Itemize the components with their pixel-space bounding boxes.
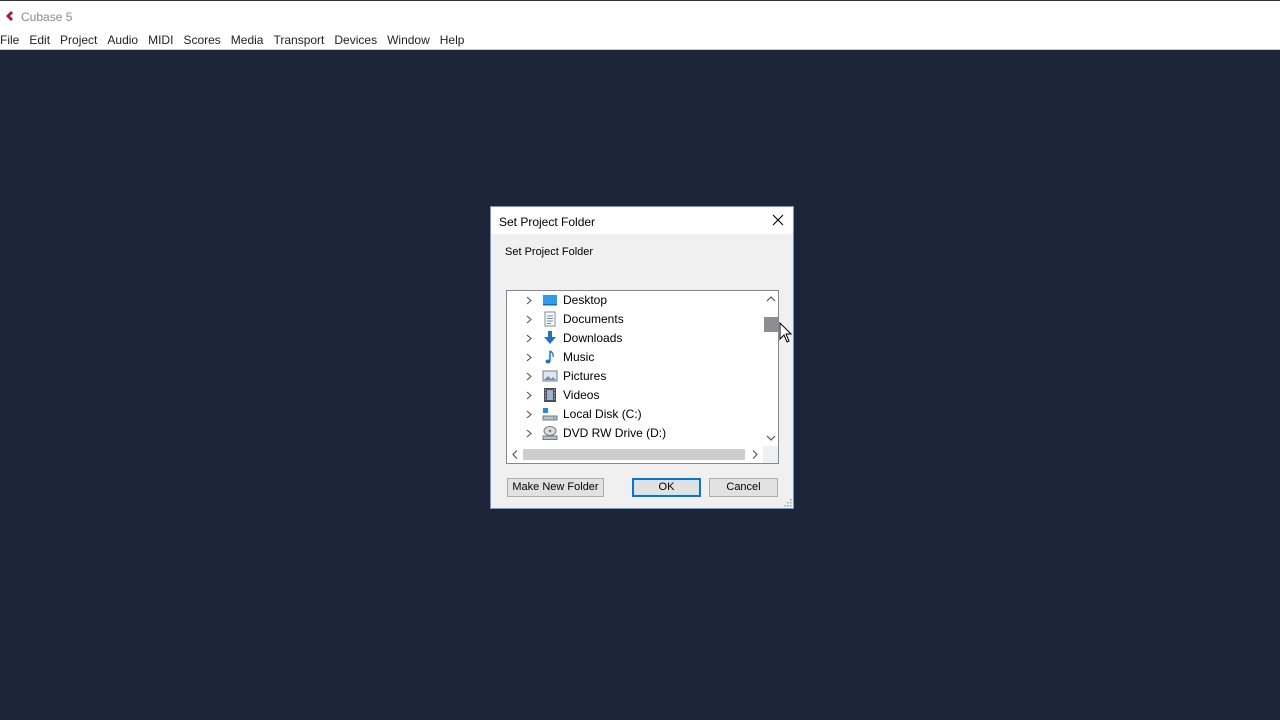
scrollbar-corner <box>763 446 778 463</box>
tree-item-music[interactable]: Music <box>507 348 762 367</box>
menu-project[interactable]: Project <box>55 31 102 49</box>
scroll-left-arrow-icon[interactable] <box>507 446 523 463</box>
downloads-folder-icon <box>544 331 556 344</box>
horizontal-scroll-thumb[interactable] <box>523 449 745 460</box>
tree-item-downloads[interactable]: Downloads <box>507 329 762 348</box>
dialog-description: Set Project Folder <box>505 246 594 258</box>
chevron-right-icon[interactable] <box>526 372 532 381</box>
menu-scores[interactable]: Scores <box>178 31 225 49</box>
desktop-folder-icon <box>543 295 557 306</box>
music-folder-icon <box>545 350 554 364</box>
tree-item-label: Music <box>563 350 595 364</box>
documents-folder-icon <box>544 311 556 327</box>
menu-file[interactable]: File <box>0 31 24 49</box>
tree-item-label: DVD RW Drive (D:) <box>563 426 667 440</box>
dialog-titlebar[interactable]: Set Project Folder <box>491 207 793 234</box>
tree-item-pictures[interactable]: Pictures <box>507 367 762 386</box>
menu-help[interactable]: Help <box>435 31 470 49</box>
chevron-right-icon[interactable] <box>526 334 532 343</box>
local-disk-icon <box>542 408 558 421</box>
resize-grip-icon[interactable] <box>782 497 792 507</box>
tree-item-documents[interactable]: Documents <box>507 310 762 329</box>
mouse-cursor-icon <box>779 322 793 343</box>
scroll-down-arrow-icon[interactable] <box>763 430 779 446</box>
menu-audio[interactable]: Audio <box>102 31 143 49</box>
chevron-right-icon[interactable] <box>526 429 532 438</box>
menu-window[interactable]: Window <box>382 31 435 49</box>
tree-item-videos[interactable]: Videos <box>507 386 762 405</box>
videos-folder-icon <box>544 388 556 402</box>
tree-item-dvd-drive[interactable]: DVD RW Drive (D:) <box>507 424 762 443</box>
close-button[interactable] <box>763 207 793 234</box>
app-titlebar: Cubase 5 <box>0 0 1280 30</box>
horizontal-scrollbar[interactable] <box>507 446 763 463</box>
menu-edit[interactable]: Edit <box>24 31 55 49</box>
set-project-folder-dialog: Set Project Folder Set Project Folder De… <box>490 206 794 509</box>
tree-item-label: Desktop <box>563 293 608 307</box>
chevron-right-icon[interactable] <box>526 315 532 324</box>
folder-tree[interactable]: Desktop Documents Downloads Music Pictur… <box>506 290 779 464</box>
chevron-right-icon[interactable] <box>526 296 532 305</box>
pictures-folder-icon <box>542 370 558 382</box>
cubase-logo-icon <box>6 11 13 21</box>
tree-item-desktop[interactable]: Desktop <box>507 291 762 310</box>
chevron-right-icon[interactable] <box>526 391 532 400</box>
menu-media[interactable]: Media <box>226 31 269 49</box>
tree-item-label: Documents <box>563 312 624 326</box>
menu-bar: File Edit Project Audio MIDI Scores Medi… <box>0 30 1280 50</box>
make-new-folder-button[interactable]: Make New Folder <box>507 478 604 497</box>
tree-item-label: Downloads <box>563 331 623 345</box>
tree-item-label: Pictures <box>563 369 607 383</box>
menu-devices[interactable]: Devices <box>329 31 382 49</box>
dialog-title: Set Project Folder <box>499 215 596 229</box>
cancel-button[interactable]: Cancel <box>709 478 778 497</box>
tree-item-local-disk[interactable]: Local Disk (C:) <box>507 405 762 424</box>
chevron-right-icon[interactable] <box>526 410 532 419</box>
chevron-right-icon[interactable] <box>526 353 532 362</box>
dvd-drive-icon <box>542 426 558 440</box>
vertical-scrollbar[interactable] <box>763 291 779 446</box>
vertical-scroll-thumb[interactable] <box>764 317 778 332</box>
tree-item-label: Local Disk (C:) <box>563 407 642 421</box>
ok-button[interactable]: OK <box>632 478 701 497</box>
close-icon <box>772 214 784 226</box>
scroll-right-arrow-icon[interactable] <box>746 446 763 463</box>
scroll-up-arrow-icon[interactable] <box>763 291 779 307</box>
tree-item-label: Videos <box>563 388 600 402</box>
menu-transport[interactable]: Transport <box>268 31 329 49</box>
menu-midi[interactable]: MIDI <box>143 31 178 49</box>
app-title: Cubase 5 <box>21 10 73 24</box>
